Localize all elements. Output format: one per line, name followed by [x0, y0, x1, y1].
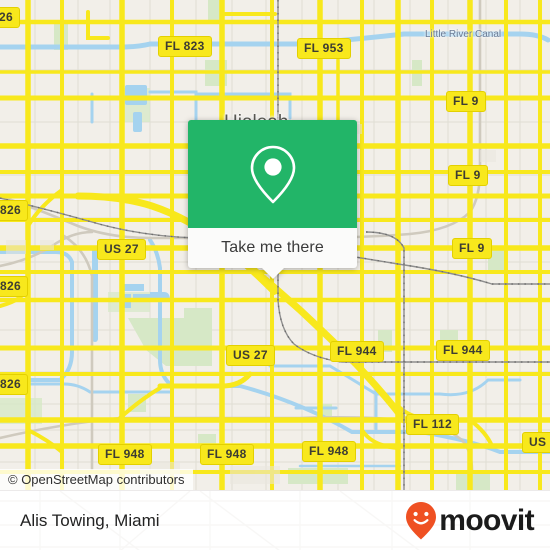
road-shield-826-lower-left[interactable]: 826: [0, 374, 28, 395]
take-me-there-callout[interactable]: Take me there: [188, 120, 357, 279]
road-shield-fl-9-upper[interactable]: FL 9: [446, 91, 486, 112]
water-label-little-river-canal: Little River Canal: [425, 29, 502, 40]
road-shield-us-27-upper[interactable]: US 27: [97, 239, 146, 260]
road-shield-826-mid-left[interactable]: 826: [0, 276, 28, 297]
road-shield-us-2-right[interactable]: US 2: [522, 432, 550, 453]
road-shield-fl-948-left[interactable]: FL 948: [98, 444, 152, 465]
road-shield-826-upper-left[interactable]: 826: [0, 200, 28, 221]
road-shield-826-top-left[interactable]: 26: [0, 7, 20, 28]
road-shield-fl-948-mid[interactable]: FL 948: [200, 444, 254, 465]
moovit-wordmark: moovit: [439, 503, 534, 537]
road-shield-fl-9-middle[interactable]: FL 9: [448, 165, 488, 186]
footer-bar: Alis Towing, Miami moovit: [0, 490, 550, 550]
road-shield-fl-112[interactable]: FL 112: [406, 414, 459, 435]
map-canvas[interactable]: .lnd{fill:#f2efe9} .blk{fill:#f6f4ef;str…: [0, 0, 550, 490]
callout-pin-area: [188, 120, 357, 228]
page-title: Alis Towing, Miami: [20, 510, 160, 530]
osm-attribution[interactable]: © OpenStreetMap contributors: [0, 469, 193, 490]
callout-action-area[interactable]: Take me there: [188, 228, 357, 279]
road-shield-us-27-lower[interactable]: US 27: [226, 345, 275, 366]
location-pin-icon: [250, 145, 295, 204]
road-shield-fl-944-left[interactable]: FL 944: [330, 341, 384, 362]
road-shield-fl-953[interactable]: FL 953: [297, 38, 351, 59]
screenshot-root: .lnd{fill:#f2efe9} .blk{fill:#f6f4ef;str…: [0, 0, 550, 550]
road-shield-fl-9-lower[interactable]: FL 9: [452, 238, 492, 259]
road-shield-fl-944-right[interactable]: FL 944: [436, 340, 490, 361]
road-shield-fl-823[interactable]: FL 823: [158, 36, 212, 57]
road-shield-fl-948-right[interactable]: FL 948: [302, 441, 356, 462]
take-me-there-label: Take me there: [221, 239, 324, 256]
moovit-brand[interactable]: moovit: [405, 501, 535, 541]
callout-tail: [261, 268, 284, 279]
moovit-pin-smiley-icon: [406, 501, 437, 539]
